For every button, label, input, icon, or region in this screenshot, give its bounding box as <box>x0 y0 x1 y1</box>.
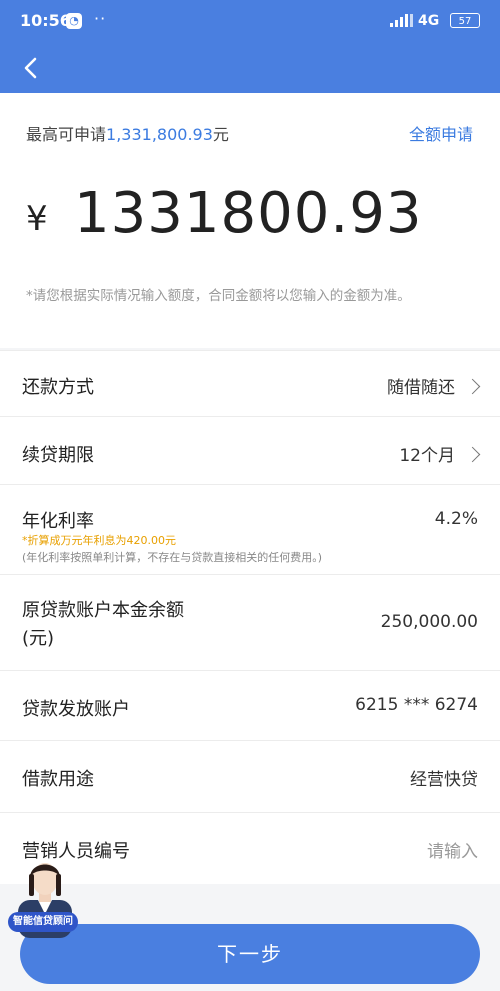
rate-label: 年化利率 <box>22 511 94 532</box>
term-value: 12个月 <box>399 441 481 466</box>
repay-method-label: 还款方式 <box>22 377 94 398</box>
back-arrow-icon[interactable] <box>18 54 46 82</box>
term-row[interactable]: 续贷期限 12个月 <box>0 416 500 484</box>
advisor-badge[interactable]: 智能信贷顾问 <box>8 912 78 932</box>
term-text: 12个月 <box>399 446 455 466</box>
principal-label-line2: (元) <box>22 628 55 649</box>
purpose-label: 借款用途 <box>22 769 94 790</box>
purpose-value: 经营快贷 <box>410 770 478 790</box>
amount-input[interactable]: ¥ 1331800.93 <box>26 181 476 251</box>
rate-row: 年化利率 4.2% *折算成万元年利息为420.00元 (年化利率按照单利计算，… <box>0 484 500 574</box>
amount-note: *请您根据实际情况输入额度，合同金额将以您输入的金额为准。 <box>26 288 411 304</box>
account-value: 6215 *** 6274 <box>355 695 478 715</box>
currency-symbol: ¥ <box>26 199 48 239</box>
next-button[interactable]: 下一步 <box>20 924 480 984</box>
chevron-right-icon <box>464 378 481 394</box>
max-amount-line: 最高可申请1,331,800.93元 <box>26 121 229 145</box>
rate-value: 4.2% <box>434 509 478 529</box>
amount-value: 1331800.93 <box>74 181 423 246</box>
app-header: 10:56 ◔ ·· 4G 57 <box>0 0 500 93</box>
account-row: 贷款发放账户 6215 *** 6274 <box>0 670 500 740</box>
amount-card: 最高可申请1,331,800.93元 全额申请 ¥ 1331800.93 *请您… <box>0 93 500 348</box>
full-apply-link[interactable]: 全额申请 <box>409 121 473 145</box>
term-label: 续贷期限 <box>22 445 94 466</box>
battery-icon: 57 <box>450 13 480 28</box>
network-type: 4G <box>418 13 440 29</box>
max-amount-unit: 元 <box>212 125 229 144</box>
rate-calc-note: (年化利率按照单利计算，不存在与贷款直接相关的任何费用。) <box>22 551 323 564</box>
purpose-row[interactable]: 借款用途 经营快贷 <box>0 740 500 812</box>
principal-label: 原贷款账户本金余额 (元) <box>22 597 184 653</box>
chevron-right-icon <box>464 446 481 462</box>
principal-label-line1: 原贷款账户本金余额 <box>22 600 184 621</box>
max-amount-value: 1,331,800.93 <box>106 125 213 144</box>
repay-method-row[interactable]: 还款方式 随借随还 <box>0 350 500 416</box>
more-notifications-icon: ·· <box>94 9 107 28</box>
repay-method-value: 随借随还 <box>387 373 481 398</box>
notification-app-icon: ◔ <box>66 13 82 29</box>
principal-value: 250,000.00 <box>380 612 478 632</box>
signal-icon <box>390 14 413 27</box>
account-label: 贷款发放账户 <box>22 699 130 720</box>
status-bar: 10:56 ◔ ·· 4G 57 <box>0 0 500 44</box>
max-amount-label: 最高可申请 <box>26 125 107 144</box>
principal-row: 原贷款账户本金余额 (元) 250,000.00 <box>0 574 500 670</box>
staff-id-input[interactable]: 请输入 <box>427 837 478 862</box>
status-time: 10:56 <box>20 11 71 30</box>
repay-method-text: 随借随还 <box>387 378 455 398</box>
rate-interest-note: *折算成万元年利息为420.00元 <box>22 534 176 547</box>
